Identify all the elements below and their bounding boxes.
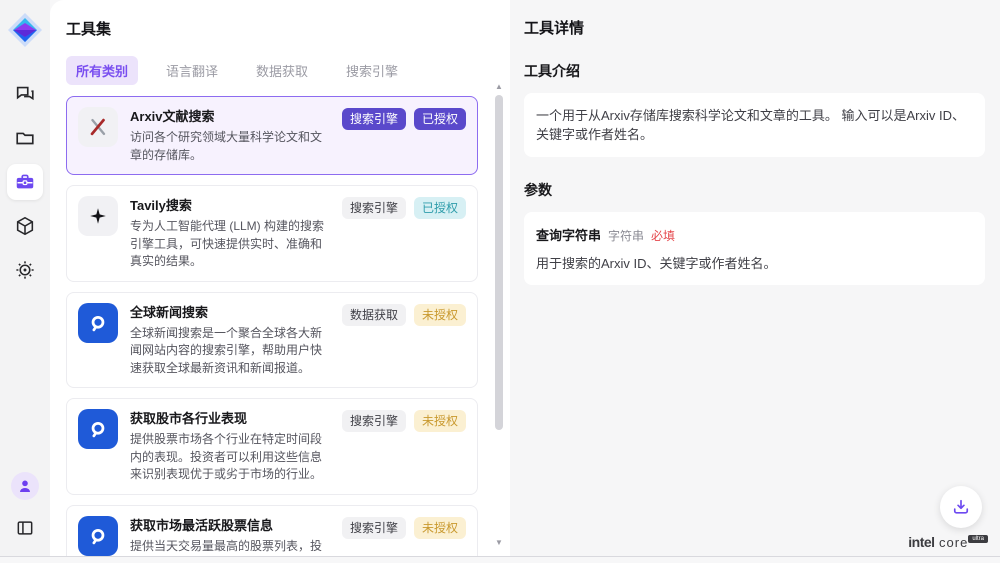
category-badge: 搜索引擎 [342,517,406,539]
core-wordmark: core [939,535,968,550]
tool-description: 访问各个研究领域大量科学论文和文章的存储库。 [130,129,330,164]
arxiv-logo-icon [78,107,118,147]
tab-all-categories[interactable]: 所有类别 [66,56,138,85]
tool-badges: 数据获取 未授权 [342,303,466,378]
tab-search-engine[interactable]: 搜索引擎 [336,56,408,85]
download-icon [951,497,971,517]
toolset-panel: 工具集 所有类别 语言翻译 数据获取 搜索引擎 Arxiv文献搜索 访问各个研究… [50,0,510,556]
tab-language-translation[interactable]: 语言翻译 [156,56,228,85]
app-logo [5,10,45,50]
toolset-title: 工具集 [66,18,484,39]
tool-title: Tavily搜索 [130,196,330,215]
tool-description: 专为人工智能代理 (LLM) 构建的搜索引擎工具，可快速提供实时、准确和真实的结… [130,218,330,271]
param-name: 查询字符串 [536,225,601,244]
sidebar-item-packages[interactable] [7,208,43,244]
tool-badges: 搜索引擎 未授权 [342,409,466,484]
scroll-down-arrow[interactable]: ▼ [493,538,505,548]
toolbox-icon [14,171,36,193]
blue-search-logo-icon [78,409,118,449]
blue-search-logo-icon [78,303,118,343]
auth-status-badge: 未授权 [414,517,466,539]
cube-icon [14,215,36,237]
scrollbar-thumb[interactable] [495,95,503,430]
param-card: 查询字符串 字符串 必填 用于搜索的Arxiv ID、关键字或作者姓名。 [524,212,985,285]
tool-card-body: Tavily搜索 专为人工智能代理 (LLM) 构建的搜索引擎工具，可快速提供实… [130,196,330,271]
list-scrollbar[interactable]: ▲ ▼ [493,82,505,548]
tool-title: Arxiv文献搜索 [130,107,330,126]
intro-card: 一个用于从Arxiv存储库搜索科学论文和文章的工具。 输入可以是Arxiv ID… [524,93,985,157]
detail-title: 工具详情 [524,17,985,38]
tool-description: 全球新闻搜索是一个聚合全球各大新闻网站内容的搜索引擎，帮助用户快速获取全球最新资… [130,325,330,378]
category-tabs: 所有类别 语言翻译 数据获取 搜索引擎 [66,56,484,85]
sidebar-item-settings[interactable] [7,252,43,288]
auth-status-badge: 未授权 [414,304,466,326]
sidebar-rail [0,0,50,556]
tool-detail-panel: 工具详情 工具介绍 一个用于从Arxiv存储库搜索科学论文和文章的工具。 输入可… [510,0,1000,556]
folder-icon [14,127,36,149]
tool-description: 提供股票市场各个行业在特定时间段内的表现。投资者可以利用这些信息来识别表现优于或… [130,431,330,484]
category-badge: 数据获取 [342,304,406,326]
tool-badges: 搜索引擎 已授权 [342,107,466,164]
intel-core-logo: intel core ultra [908,534,988,552]
param-head: 查询字符串 字符串 必填 [536,225,973,244]
tool-title: 获取股市各行业表现 [130,409,330,428]
tool-title: 全球新闻搜索 [130,303,330,322]
tool-card-body: 获取市场最活跃股票信息 提供当天交易量最高的股票列表，投资者可以利用这些信息来识… [130,516,330,557]
intro-heading: 工具介绍 [524,61,985,81]
ultra-badge: ultra [968,535,988,543]
auth-status-badge: 已授权 [414,197,466,219]
param-description: 用于搜索的Arxiv ID、关键字或作者姓名。 [536,253,973,272]
panel-layout-icon [15,518,35,538]
tool-card-tavily[interactable]: Tavily搜索 专为人工智能代理 (LLM) 构建的搜索引擎工具，可快速提供实… [66,185,478,282]
tool-card-body: Arxiv文献搜索 访问各个研究领域大量科学论文和文章的存储库。 [130,107,330,164]
category-badge: 搜索引擎 [342,197,406,219]
tool-description: 提供当天交易量最高的股票列表，投资者可以利用这些信息来识别流动性强的股票和潜在的… [130,538,330,557]
tool-card-arxiv[interactable]: Arxiv文献搜索 访问各个研究领域大量科学论文和文章的存储库。 搜索引擎 已授… [66,96,478,175]
gear-icon [14,259,36,281]
auth-status-badge: 未授权 [414,410,466,432]
tool-card-global-news[interactable]: 全球新闻搜索 全球新闻搜索是一个聚合全球各大新闻网站内容的搜索引擎，帮助用户快速… [66,292,478,389]
app-window: 工具集 所有类别 语言翻译 数据获取 搜索引擎 Arxiv文献搜索 访问各个研究… [0,0,1000,557]
tavily-star-logo-icon [78,196,118,236]
intel-wordmark: intel [908,534,934,550]
param-required-flag: 必填 [651,227,675,244]
sidebar-item-files[interactable] [7,120,43,156]
tool-card-sector-performance[interactable]: 获取股市各行业表现 提供股票市场各个行业在特定时间段内的表现。投资者可以利用这些… [66,398,478,495]
tool-title: 获取市场最活跃股票信息 [130,516,330,535]
user-avatar-icon [17,478,33,494]
blue-search-logo-icon [78,516,118,556]
category-badge: 搜索引擎 [342,410,406,432]
category-badge: 搜索引擎 [342,108,406,130]
tool-badges: 搜索引擎 已授权 [342,196,466,271]
chat-icon [14,83,36,105]
auth-status-badge: 已授权 [414,108,466,130]
tool-card-body: 获取股市各行业表现 提供股票市场各个行业在特定时间段内的表现。投资者可以利用这些… [130,409,330,484]
sidebar-item-tools[interactable] [7,164,43,200]
tool-list: Arxiv文献搜索 访问各个研究领域大量科学论文和文章的存储库。 搜索引擎 已授… [66,96,478,556]
collapse-sidebar-button[interactable] [7,510,43,546]
tab-data-acquisition[interactable]: 数据获取 [246,56,318,85]
intro-text: 一个用于从Arxiv存储库搜索科学论文和文章的工具。 输入可以是Arxiv ID… [536,106,973,144]
download-button[interactable] [940,486,982,528]
sidebar-item-chat[interactable] [7,76,43,112]
tool-card-body: 全球新闻搜索 全球新闻搜索是一个聚合全球各大新闻网站内容的搜索引擎，帮助用户快速… [130,303,330,378]
tool-card-active-stocks[interactable]: 获取市场最活跃股票信息 提供当天交易量最高的股票列表，投资者可以利用这些信息来识… [66,505,478,557]
params-heading: 参数 [524,180,985,200]
param-type: 字符串 [608,227,644,244]
scroll-up-arrow[interactable]: ▲ [493,82,505,92]
gem-diamond-logo-icon [5,10,45,50]
user-avatar[interactable] [11,472,39,500]
tool-badges: 搜索引擎 未授权 [342,516,466,557]
